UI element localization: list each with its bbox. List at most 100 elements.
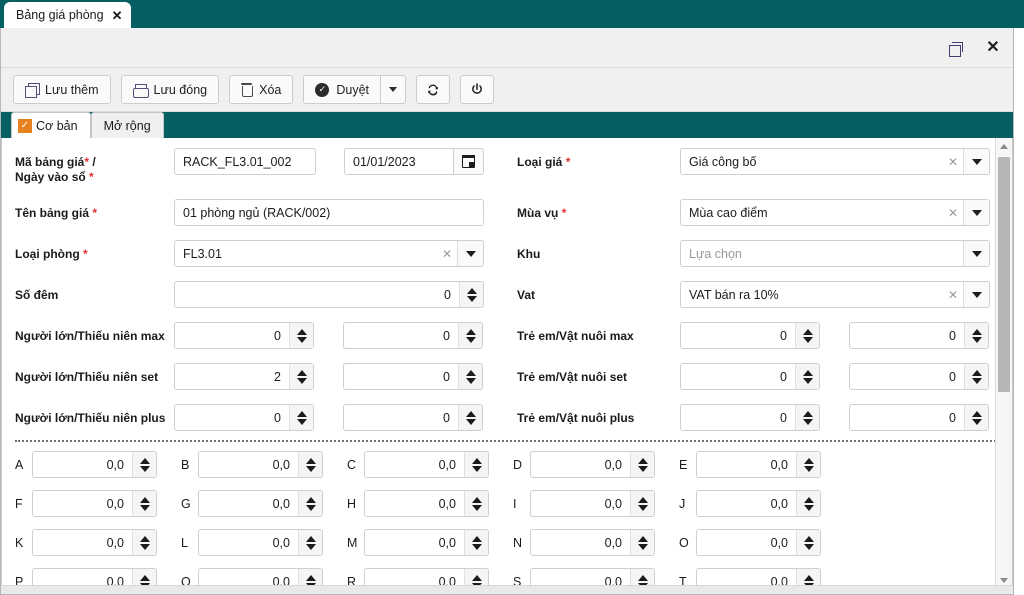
stepper-up-icon[interactable] bbox=[803, 457, 814, 464]
counter-stepper-c[interactable]: 0 bbox=[680, 363, 820, 390]
stepper-down-icon[interactable] bbox=[637, 504, 648, 511]
counter-stepper-c[interactable]: 0 bbox=[680, 322, 820, 349]
vat-select[interactable]: VAT bán ra 10% ✕ bbox=[680, 281, 990, 308]
letter-field-stepper[interactable]: 0,0 bbox=[530, 529, 655, 556]
letter-field-stepper[interactable]: 0,0 bbox=[32, 529, 157, 556]
letter-field-stepper[interactable]: 0,0 bbox=[696, 451, 821, 478]
mua-vu-select[interactable]: Mùa cao điểm ✕ bbox=[680, 199, 990, 226]
stepper-buttons[interactable] bbox=[464, 530, 488, 555]
power-button[interactable] bbox=[460, 75, 495, 104]
stepper-buttons[interactable] bbox=[796, 530, 820, 555]
letter-field-stepper[interactable]: 0,0 bbox=[32, 490, 157, 517]
loai-gia-select[interactable]: Giá công bố ✕ bbox=[680, 148, 990, 175]
stepper-up-icon[interactable] bbox=[971, 410, 982, 417]
stepper-up-icon[interactable] bbox=[802, 369, 813, 376]
stepper-buttons[interactable] bbox=[630, 530, 654, 555]
restore-button[interactable] bbox=[943, 36, 967, 60]
stepper-buttons[interactable] bbox=[298, 491, 322, 516]
stepper-up-icon[interactable] bbox=[296, 328, 307, 335]
stepper-buttons[interactable] bbox=[132, 491, 156, 516]
counter-stepper-b[interactable]: 0 bbox=[343, 363, 483, 390]
counter-stepper-d[interactable]: 0 bbox=[849, 363, 989, 390]
calendar-button[interactable] bbox=[454, 148, 484, 175]
stepper-up-icon[interactable] bbox=[465, 410, 476, 417]
stepper-down-icon[interactable] bbox=[471, 465, 482, 472]
counter-stepper-b[interactable]: 0 bbox=[343, 322, 483, 349]
save-add-button[interactable]: Lưu thêm bbox=[13, 75, 111, 104]
stepper-up-icon[interactable] bbox=[803, 496, 814, 503]
stepper-up-icon[interactable] bbox=[139, 535, 150, 542]
approve-dropdown-button[interactable] bbox=[380, 75, 407, 104]
stepper-up-icon[interactable] bbox=[803, 574, 814, 581]
stepper-down-icon[interactable] bbox=[465, 377, 476, 384]
stepper-buttons[interactable] bbox=[630, 491, 654, 516]
stepper-up-icon[interactable] bbox=[305, 535, 316, 542]
delete-button[interactable]: Xóa bbox=[229, 75, 294, 104]
stepper-down-icon[interactable] bbox=[802, 377, 813, 384]
stepper-down-icon[interactable] bbox=[466, 295, 477, 302]
counter-stepper-d[interactable]: 0 bbox=[849, 322, 989, 349]
khu-select[interactable]: Lựa chọn bbox=[680, 240, 990, 267]
letter-field-stepper[interactable]: 0,0 bbox=[364, 529, 489, 556]
stepper-up-icon[interactable] bbox=[466, 287, 477, 294]
clear-icon[interactable]: ✕ bbox=[437, 241, 457, 266]
stepper-down-icon[interactable] bbox=[305, 465, 316, 472]
stepper-up-icon[interactable] bbox=[637, 574, 648, 581]
counter-stepper-d[interactable]: 0 bbox=[849, 404, 989, 431]
stepper-up-icon[interactable] bbox=[296, 410, 307, 417]
stepper-up-icon[interactable] bbox=[637, 457, 648, 464]
tab-mo-rong[interactable]: Mở rộng bbox=[90, 112, 164, 138]
stepper-up-icon[interactable] bbox=[139, 457, 150, 464]
stepper-down-icon[interactable] bbox=[637, 543, 648, 550]
stepper-buttons[interactable] bbox=[458, 405, 482, 430]
stepper-up-icon[interactable] bbox=[296, 369, 307, 376]
stepper-down-icon[interactable] bbox=[471, 504, 482, 511]
clear-icon[interactable]: ✕ bbox=[943, 149, 963, 174]
stepper-down-icon[interactable] bbox=[802, 418, 813, 425]
stepper-buttons[interactable] bbox=[464, 491, 488, 516]
counter-stepper-c[interactable]: 0 bbox=[680, 404, 820, 431]
save-close-button[interactable]: Lưu đóng bbox=[120, 75, 220, 104]
letter-field-stepper[interactable]: 0,0 bbox=[364, 490, 489, 517]
stepper-buttons[interactable] bbox=[458, 323, 482, 348]
stepper-up-icon[interactable] bbox=[471, 535, 482, 542]
letter-field-stepper[interactable]: 0,0 bbox=[364, 451, 489, 478]
stepper-up-icon[interactable] bbox=[802, 328, 813, 335]
stepper-up-icon[interactable] bbox=[465, 328, 476, 335]
stepper-down-icon[interactable] bbox=[305, 504, 316, 511]
stepper-up-icon[interactable] bbox=[471, 496, 482, 503]
stepper-up-icon[interactable] bbox=[305, 574, 316, 581]
stepper-buttons[interactable] bbox=[289, 405, 313, 430]
letter-field-stepper[interactable]: 0,0 bbox=[198, 451, 323, 478]
stepper-buttons[interactable] bbox=[796, 452, 820, 477]
stepper-down-icon[interactable] bbox=[139, 543, 150, 550]
stepper-down-icon[interactable] bbox=[971, 377, 982, 384]
stepper-buttons[interactable] bbox=[289, 364, 313, 389]
loai-phong-select[interactable]: FL3.01 ✕ bbox=[174, 240, 484, 267]
stepper-down-icon[interactable] bbox=[139, 465, 150, 472]
stepper-buttons[interactable] bbox=[795, 323, 819, 348]
stepper-down-icon[interactable] bbox=[637, 465, 648, 472]
stepper-up-icon[interactable] bbox=[803, 535, 814, 542]
stepper-buttons[interactable] bbox=[458, 364, 482, 389]
scroll-up-button[interactable] bbox=[996, 138, 1012, 155]
stepper-buttons[interactable] bbox=[964, 405, 988, 430]
ngay-vao-so-input[interactable]: 01/01/2023 bbox=[344, 148, 454, 175]
stepper-buttons[interactable] bbox=[964, 323, 988, 348]
stepper-up-icon[interactable] bbox=[637, 496, 648, 503]
stepper-up-icon[interactable] bbox=[139, 574, 150, 581]
stepper-buttons[interactable] bbox=[464, 452, 488, 477]
stepper-buttons[interactable] bbox=[289, 323, 313, 348]
stepper-down-icon[interactable] bbox=[465, 336, 476, 343]
stepper-down-icon[interactable] bbox=[296, 377, 307, 384]
stepper-up-icon[interactable] bbox=[637, 535, 648, 542]
stepper-down-icon[interactable] bbox=[305, 543, 316, 550]
tab-co-ban[interactable]: ✓ Cơ bản bbox=[11, 112, 91, 138]
stepper-up-icon[interactable] bbox=[465, 369, 476, 376]
stepper-down-icon[interactable] bbox=[971, 418, 982, 425]
stepper-up-icon[interactable] bbox=[471, 457, 482, 464]
stepper-buttons[interactable] bbox=[796, 491, 820, 516]
letter-field-stepper[interactable]: 0,0 bbox=[32, 451, 157, 478]
stepper-down-icon[interactable] bbox=[803, 465, 814, 472]
counter-stepper-a[interactable]: 2 bbox=[174, 363, 314, 390]
